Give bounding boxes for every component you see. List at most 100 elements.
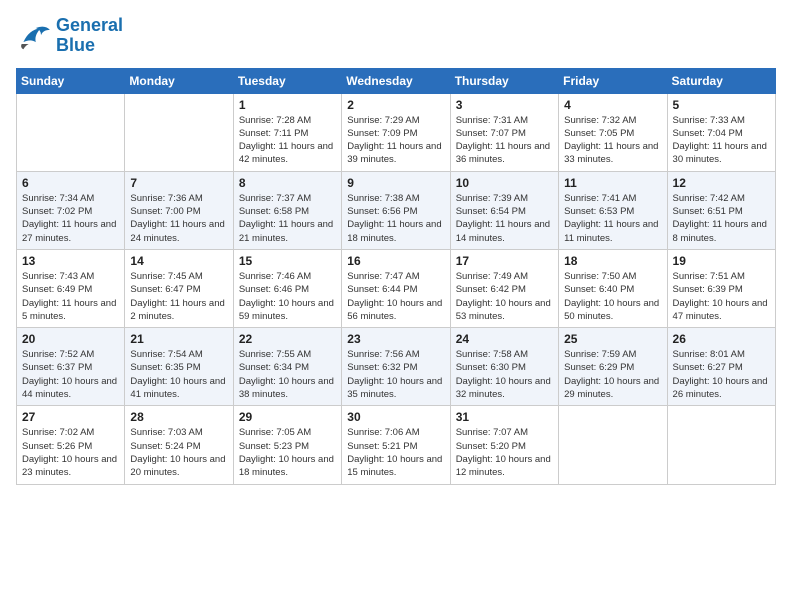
day-number: 28 — [130, 410, 227, 424]
day-number: 4 — [564, 98, 661, 112]
day-info: Sunrise: 7:37 AM Sunset: 6:58 PM Dayligh… — [239, 192, 336, 245]
day-number: 31 — [456, 410, 553, 424]
day-info: Sunrise: 7:54 AM Sunset: 6:35 PM Dayligh… — [130, 348, 227, 401]
day-number: 1 — [239, 98, 336, 112]
logo: General Blue — [16, 16, 123, 56]
day-number: 14 — [130, 254, 227, 268]
calendar-cell: 11 Sunrise: 7:41 AM Sunset: 6:53 PM Dayli… — [559, 171, 667, 249]
calendar-cell: 7 Sunrise: 7:36 AM Sunset: 7:00 PM Daylig… — [125, 171, 233, 249]
weekday-header-wednesday: Wednesday — [342, 68, 450, 93]
calendar-cell: 16 Sunrise: 7:47 AM Sunset: 6:44 PM Dayli… — [342, 249, 450, 327]
calendar-cell: 21 Sunrise: 7:54 AM Sunset: 6:35 PM Dayli… — [125, 328, 233, 406]
day-info: Sunrise: 7:02 AM Sunset: 5:26 PM Dayligh… — [22, 426, 119, 479]
day-number: 24 — [456, 332, 553, 346]
day-info: Sunrise: 7:03 AM Sunset: 5:24 PM Dayligh… — [130, 426, 227, 479]
calendar-header-row: SundayMondayTuesdayWednesdayThursdayFrid… — [17, 68, 776, 93]
day-info: Sunrise: 7:52 AM Sunset: 6:37 PM Dayligh… — [22, 348, 119, 401]
day-number: 26 — [673, 332, 770, 346]
day-info: Sunrise: 7:46 AM Sunset: 6:46 PM Dayligh… — [239, 270, 336, 323]
day-number: 25 — [564, 332, 661, 346]
calendar-cell: 5 Sunrise: 7:33 AM Sunset: 7:04 PM Daylig… — [667, 93, 775, 171]
day-info: Sunrise: 7:07 AM Sunset: 5:20 PM Dayligh… — [456, 426, 553, 479]
day-number: 15 — [239, 254, 336, 268]
calendar-cell: 27 Sunrise: 7:02 AM Sunset: 5:26 PM Dayli… — [17, 406, 125, 484]
calendar-week-2: 6Sunrise: 7:34 AM Sunset: 7:02 PM Daylig… — [17, 171, 776, 249]
day-number: 27 — [22, 410, 119, 424]
day-info: Sunrise: 8:01 AM Sunset: 6:27 PM Dayligh… — [673, 348, 770, 401]
day-number: 9 — [347, 176, 444, 190]
day-info: Sunrise: 7:59 AM Sunset: 6:29 PM Dayligh… — [564, 348, 661, 401]
weekday-header-thursday: Thursday — [450, 68, 558, 93]
calendar-cell: 2Sunrise: 7:29 AM Sunset: 7:09 PM Daylig… — [342, 93, 450, 171]
day-number: 30 — [347, 410, 444, 424]
day-info: Sunrise: 7:33 AM Sunset: 7:04 PM Dayligh… — [673, 114, 770, 167]
calendar-cell: 15 Sunrise: 7:46 AM Sunset: 6:46 PM Dayli… — [233, 249, 341, 327]
day-number: 16 — [347, 254, 444, 268]
day-info: Sunrise: 7:05 AM Sunset: 5:23 PM Dayligh… — [239, 426, 336, 479]
calendar-cell: 17Sunrise: 7:49 AM Sunset: 6:42 PM Dayli… — [450, 249, 558, 327]
day-number: 11 — [564, 176, 661, 190]
day-info: Sunrise: 7:43 AM Sunset: 6:49 PM Dayligh… — [22, 270, 119, 323]
calendar-cell: 19 Sunrise: 7:51 AM Sunset: 6:39 PM Dayli… — [667, 249, 775, 327]
day-info: Sunrise: 7:47 AM Sunset: 6:44 PM Dayligh… — [347, 270, 444, 323]
calendar-cell: 31 Sunrise: 7:07 AM Sunset: 5:20 PM Dayli… — [450, 406, 558, 484]
calendar-table: SundayMondayTuesdayWednesdayThursdayFrid… — [16, 68, 776, 485]
calendar-cell: 10 Sunrise: 7:39 AM Sunset: 6:54 PM Dayli… — [450, 171, 558, 249]
day-info: Sunrise: 7:58 AM Sunset: 6:30 PM Dayligh… — [456, 348, 553, 401]
weekday-header-monday: Monday — [125, 68, 233, 93]
calendar-cell: 29 Sunrise: 7:05 AM Sunset: 5:23 PM Dayli… — [233, 406, 341, 484]
day-number: 20 — [22, 332, 119, 346]
calendar-cell: 24 Sunrise: 7:58 AM Sunset: 6:30 PM Dayli… — [450, 328, 558, 406]
day-info: Sunrise: 7:45 AM Sunset: 6:47 PM Dayligh… — [130, 270, 227, 323]
calendar-cell: 8 Sunrise: 7:37 AM Sunset: 6:58 PM Daylig… — [233, 171, 341, 249]
calendar-week-5: 27 Sunrise: 7:02 AM Sunset: 5:26 PM Dayli… — [17, 406, 776, 484]
calendar-cell: 30 Sunrise: 7:06 AM Sunset: 5:21 PM Dayli… — [342, 406, 450, 484]
day-info: Sunrise: 7:38 AM Sunset: 6:56 PM Dayligh… — [347, 192, 444, 245]
day-number: 23 — [347, 332, 444, 346]
weekday-header-friday: Friday — [559, 68, 667, 93]
day-number: 19 — [673, 254, 770, 268]
day-number: 21 — [130, 332, 227, 346]
calendar-cell: 18 Sunrise: 7:50 AM Sunset: 6:40 PM Dayli… — [559, 249, 667, 327]
calendar-week-1: 1Sunrise: 7:28 AM Sunset: 7:11 PM Daylig… — [17, 93, 776, 171]
day-info: Sunrise: 7:56 AM Sunset: 6:32 PM Dayligh… — [347, 348, 444, 401]
day-number: 5 — [673, 98, 770, 112]
weekday-header-saturday: Saturday — [667, 68, 775, 93]
calendar-cell — [17, 93, 125, 171]
day-info: Sunrise: 7:41 AM Sunset: 6:53 PM Dayligh… — [564, 192, 661, 245]
calendar-cell: 3 Sunrise: 7:31 AM Sunset: 7:07 PM Daylig… — [450, 93, 558, 171]
day-number: 18 — [564, 254, 661, 268]
calendar-cell: 12 Sunrise: 7:42 AM Sunset: 6:51 PM Dayli… — [667, 171, 775, 249]
day-info: Sunrise: 7:39 AM Sunset: 6:54 PM Dayligh… — [456, 192, 553, 245]
day-info: Sunrise: 7:42 AM Sunset: 6:51 PM Dayligh… — [673, 192, 770, 245]
day-info: Sunrise: 7:55 AM Sunset: 6:34 PM Dayligh… — [239, 348, 336, 401]
calendar-cell: 23 Sunrise: 7:56 AM Sunset: 6:32 PM Dayli… — [342, 328, 450, 406]
calendar-cell: 9 Sunrise: 7:38 AM Sunset: 6:56 PM Daylig… — [342, 171, 450, 249]
day-number: 29 — [239, 410, 336, 424]
logo-text: General Blue — [56, 16, 123, 56]
day-info: Sunrise: 7:31 AM Sunset: 7:07 PM Dayligh… — [456, 114, 553, 167]
day-number: 12 — [673, 176, 770, 190]
calendar-week-4: 20 Sunrise: 7:52 AM Sunset: 6:37 PM Dayli… — [17, 328, 776, 406]
day-info: Sunrise: 7:06 AM Sunset: 5:21 PM Dayligh… — [347, 426, 444, 479]
calendar-cell: 26 Sunrise: 8:01 AM Sunset: 6:27 PM Dayli… — [667, 328, 775, 406]
day-number: 2 — [347, 98, 444, 112]
day-number: 8 — [239, 176, 336, 190]
day-info: Sunrise: 7:36 AM Sunset: 7:00 PM Dayligh… — [130, 192, 227, 245]
calendar-cell: 4Sunrise: 7:32 AM Sunset: 7:05 PM Daylig… — [559, 93, 667, 171]
day-info: Sunrise: 7:49 AM Sunset: 6:42 PM Dayligh… — [456, 270, 553, 323]
page-header: General Blue — [16, 16, 776, 56]
calendar-cell — [667, 406, 775, 484]
calendar-cell: 1Sunrise: 7:28 AM Sunset: 7:11 PM Daylig… — [233, 93, 341, 171]
weekday-header-sunday: Sunday — [17, 68, 125, 93]
day-number: 3 — [456, 98, 553, 112]
day-info: Sunrise: 7:50 AM Sunset: 6:40 PM Dayligh… — [564, 270, 661, 323]
day-info: Sunrise: 7:34 AM Sunset: 7:02 PM Dayligh… — [22, 192, 119, 245]
day-number: 7 — [130, 176, 227, 190]
calendar-cell: 14 Sunrise: 7:45 AM Sunset: 6:47 PM Dayli… — [125, 249, 233, 327]
day-number: 13 — [22, 254, 119, 268]
day-number: 10 — [456, 176, 553, 190]
calendar-cell: 20 Sunrise: 7:52 AM Sunset: 6:37 PM Dayli… — [17, 328, 125, 406]
calendar-cell: 6Sunrise: 7:34 AM Sunset: 7:02 PM Daylig… — [17, 171, 125, 249]
day-info: Sunrise: 7:51 AM Sunset: 6:39 PM Dayligh… — [673, 270, 770, 323]
